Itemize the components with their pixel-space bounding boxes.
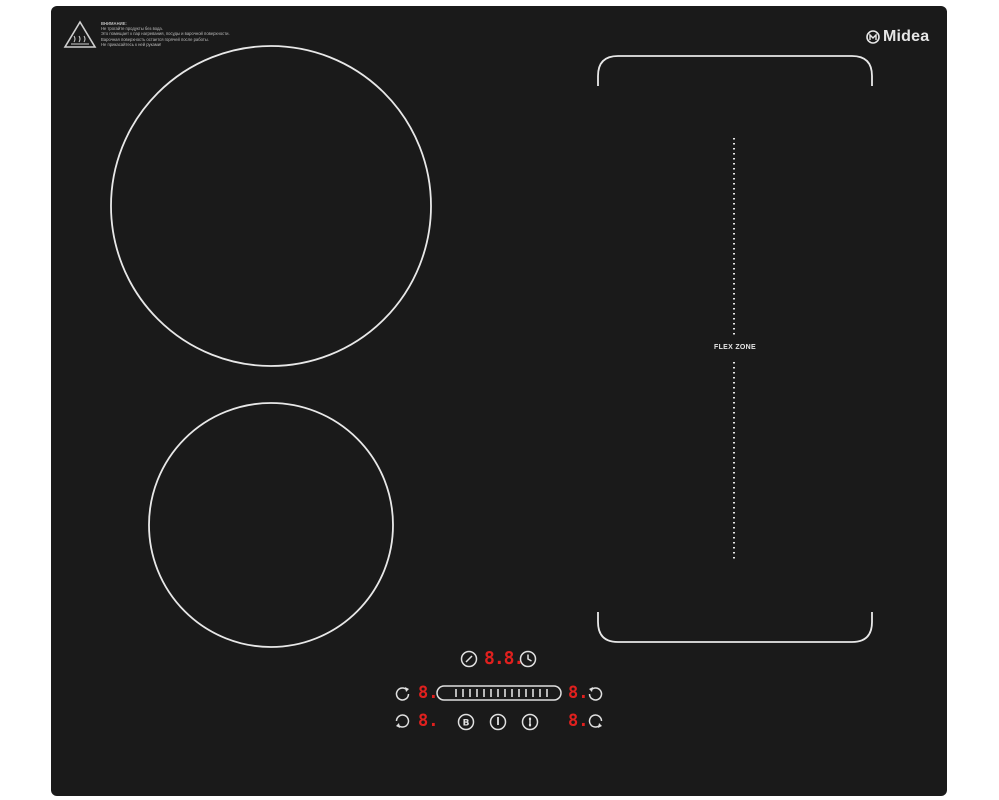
timer-clock-icon[interactable] (519, 650, 537, 668)
lock-key-icon[interactable] (460, 650, 478, 668)
svg-text:B: B (463, 719, 470, 729)
pause-icon[interactable] (521, 713, 539, 731)
flex-zone-label: FLEX ZONE (714, 344, 756, 351)
zone-display-bottom-left: 8. (418, 711, 439, 731)
flex-zone-top-outline (597, 55, 873, 86)
timer-display: 8.8. (484, 648, 524, 669)
power-icon[interactable] (489, 713, 507, 731)
cooking-zones (110, 45, 873, 648)
boost-icon[interactable]: B (457, 713, 475, 731)
power-level-slider[interactable] (436, 685, 562, 701)
zone-select-top-right-icon[interactable] (587, 685, 604, 702)
zone-select-bottom-right-icon[interactable] (587, 713, 604, 730)
zone-display-top-right: 8. (568, 683, 589, 703)
flex-zone-bottom-outline (597, 612, 873, 643)
small-cooking-zone-ring (148, 402, 394, 648)
zone-select-top-left-icon[interactable] (394, 685, 411, 702)
zone-select-bottom-left-icon[interactable] (394, 713, 411, 730)
large-cooking-zone-ring (110, 45, 432, 367)
zone-display-bottom-right: 8. (568, 711, 589, 731)
